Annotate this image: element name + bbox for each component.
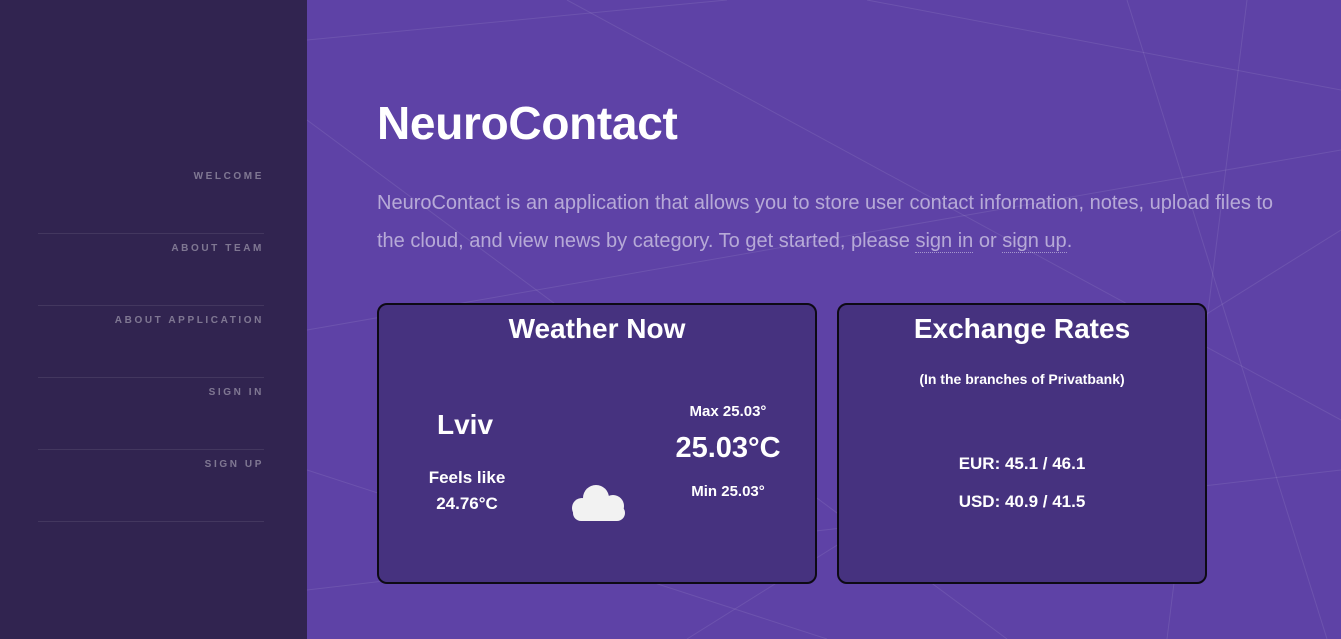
feels-like-label: Feels like: [428, 468, 506, 487]
nav-item-sign-up[interactable]: SIGN UP: [38, 450, 264, 522]
feels-like-value: 24.76°C: [436, 494, 498, 513]
weather-feels-like: Feels like 24.76°C: [405, 465, 529, 517]
page-title: NeuroContact: [377, 97, 678, 149]
weather-card: Weather Now Lviv Feels like 24.76°C Max …: [377, 303, 817, 584]
nav-item-welcome[interactable]: WELCOME: [38, 162, 264, 234]
weather-title: Weather Now: [508, 313, 686, 344]
rate-eur: EUR: 45.1 / 46.1: [958, 454, 1086, 473]
nav-item-sign-in[interactable]: SIGN IN: [38, 378, 264, 450]
nav-item-label: SIGN IN: [208, 387, 264, 398]
main-content: NeuroContact NeuroContact is an applicat…: [307, 0, 1341, 639]
weather-city: Lviv: [436, 409, 494, 440]
cloud-icon: [572, 485, 625, 521]
weather-min: Min 25.03°: [691, 483, 765, 500]
intro-period: .: [1066, 230, 1073, 252]
weather-max: Max 25.03°: [689, 403, 767, 420]
sidebar: WELCOME ABOUT TEAM ABOUT APPLICATION SIG…: [0, 0, 307, 639]
rates-list: EUR: 45.1 / 46.1 USD: 40.9 / 41.5: [839, 445, 1205, 521]
weather-temperature-block: Max 25.03° 25.03°C Min 25.03°: [661, 403, 795, 500]
weather-temperature: 25.03°C: [675, 432, 781, 464]
rate-usd: USD: 40.9 / 41.5: [958, 492, 1086, 511]
intro-paragraph: NeuroContact is an application that allo…: [377, 184, 1297, 260]
nav-item-label: WELCOME: [193, 171, 264, 182]
app-root: WELCOME ABOUT TEAM ABOUT APPLICATION SIG…: [0, 0, 1341, 639]
nav-item-about-team[interactable]: ABOUT TEAM: [38, 234, 264, 306]
nav-item-about-application[interactable]: ABOUT APPLICATION: [38, 306, 264, 378]
sign-in-link[interactable]: sign in: [915, 230, 974, 253]
nav-item-label: ABOUT TEAM: [171, 243, 264, 254]
intro-text: NeuroContact is an application that allo…: [377, 192, 1274, 252]
exchange-rates-card: Exchange Rates (In the branches of Priva…: [837, 303, 1207, 584]
rates-title: Exchange Rates: [913, 313, 1131, 344]
nav-item-label: ABOUT APPLICATION: [114, 315, 264, 326]
nav-item-label: SIGN UP: [204, 459, 264, 470]
sidebar-nav: WELCOME ABOUT TEAM ABOUT APPLICATION SIG…: [38, 162, 264, 522]
sign-up-link[interactable]: sign up: [1002, 230, 1067, 253]
intro-or-text: or: [973, 230, 1003, 252]
rates-subtitle: (In the branches of Privatbank): [919, 371, 1125, 387]
